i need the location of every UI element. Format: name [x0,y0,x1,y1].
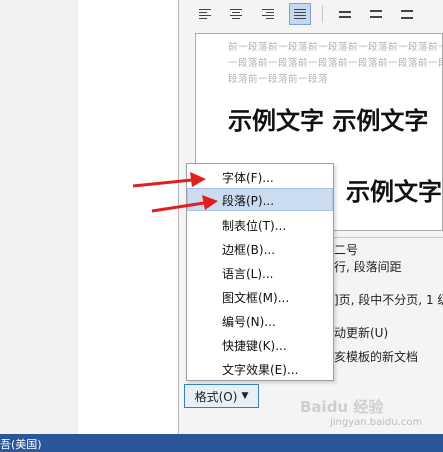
menu-item-tabs[interactable]: 制表位(T)... [187,213,333,236]
align-center-button[interactable] [225,3,247,25]
prev-line: 段落前一段落前一段落 [228,74,329,85]
menu-item-label: 编号(N)... [222,315,276,329]
menu-item-shortcut-key[interactable]: 快捷键(K)... [187,333,333,356]
format-button[interactable]: 格式(O) ▼ [184,384,259,408]
menu-item-numbering[interactable]: 编号(N)... [187,309,333,332]
line-spacing-double-icon [401,9,413,19]
watermark-logo: Baidu 经验 [300,398,384,416]
document-page [78,0,178,434]
align-right-icon [262,9,274,19]
menu-item-paragraph[interactable]: 段落(P)... [187,188,333,211]
menu-item-font[interactable]: 字体(F)... [187,165,333,188]
align-right-button[interactable] [257,3,279,25]
toolbar-separator [322,5,323,23]
menu-item-label: 边框(B)... [222,243,276,257]
format-button-label: 格式(O) [194,389,238,404]
menu-item-label: 文字效果(E)... [222,363,299,377]
menu-item-text-effects[interactable]: 文字效果(E)... [187,357,333,380]
align-justify-icon [294,9,306,19]
sample-text: 示例文字 示例文字 [228,106,429,135]
template-radio-label[interactable]: 亥模板的新文档 [334,348,418,365]
align-justify-button[interactable] [289,3,311,25]
menu-item-label: 字体(F)... [222,171,274,185]
line-spacing-1-5-icon [370,10,382,18]
chevron-down-icon: ▼ [241,391,249,401]
auto-update-checkbox-label[interactable]: 动更新(U) [334,324,388,341]
line-spacing-double-button[interactable] [396,3,418,25]
line-spacing-1-5-button[interactable] [365,3,387,25]
align-left-icon [199,9,211,19]
menu-item-label: 图文框(M)... [222,291,290,305]
menu-item-label: 制表位(T)... [222,219,287,233]
menu-item-language[interactable]: 语言(L)... [187,261,333,284]
style-description-pagination: ]页, 段中不分页, 1 级 [334,293,443,307]
prev-line: 一段落前一段落前一段落前一段落前一段落前一段落前 [228,58,443,69]
menu-item-frame[interactable]: 图文框(M)... [187,285,333,308]
line-spacing-single-button[interactable] [334,3,356,25]
menu-item-borders[interactable]: 边框(B)... [187,237,333,260]
align-center-icon [230,9,242,19]
alignment-toolbar [188,0,443,28]
align-left-button[interactable] [194,3,216,25]
status-bar [0,434,443,452]
menu-item-label: 语言(L)... [222,267,274,281]
watermark-url: jingyan.baidu.com [330,417,423,428]
style-description-spacing: 行, 段落间距 [334,260,402,274]
line-spacing-single-icon [339,10,351,18]
style-description-font: 二号 [334,243,359,257]
menu-item-label: 段落(P)... [222,194,275,208]
menu-item-label: 快捷键(K)... [222,339,287,353]
previous-paragraph-text: 前一段落前一段落前一段落前一段落前一段落前一段落 一段落前一段落前一段落前一段落… [228,40,443,88]
status-language[interactable]: 吾(美国) [0,436,42,452]
sample-text: 示例文字 [346,177,442,206]
prev-line: 前一段落前一段落前一段落前一段落前一段落前一段落 [228,42,443,53]
document-margin [0,0,79,434]
